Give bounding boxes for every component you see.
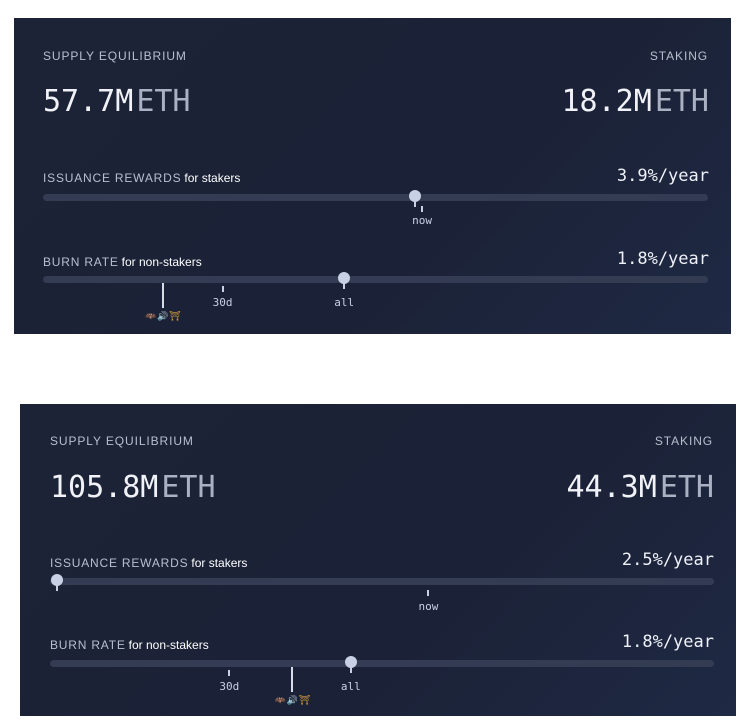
burn-rate-label: BURN RATE for non-stakers <box>50 638 209 652</box>
burn-label-text: BURN RATE <box>43 255 119 269</box>
now-marker-tick <box>421 206 424 212</box>
supply-unit: ETH <box>161 470 216 505</box>
marker-label-all: all <box>334 296 355 309</box>
bat-icon: 🦇 <box>274 695 287 705</box>
supply-unit: ETH <box>136 84 191 119</box>
issuance-rewards-label: ISSUANCE REWARDS for stakers <box>50 556 247 570</box>
marker-label-all: all <box>340 680 361 693</box>
supply-equilibrium-value: 105.8M ETH <box>50 470 216 505</box>
burn-rate: 1.8%/year <box>621 632 714 652</box>
burn-label-sub: for non-stakers <box>128 638 209 652</box>
now-marker-label: now <box>418 600 439 613</box>
burn-thumb-stem <box>349 667 352 673</box>
issuance-label-sub: for stakers <box>184 171 241 185</box>
speaker-icon: 🔊 <box>286 695 299 705</box>
icon-marker-tick <box>291 667 294 692</box>
staking-amount: 44.3M <box>566 470 657 505</box>
burn-thumb-stem <box>343 283 346 289</box>
supply-amount: 105.8M <box>50 470 159 505</box>
supply-equilibrium-label: SUPPLY EQUILIBRIUM <box>50 434 194 448</box>
marker-label-30d: 30d <box>219 680 240 693</box>
marker-tick-30d <box>228 670 231 676</box>
burn-rate-slider[interactable] <box>50 656 714 673</box>
torii-icon: ⛩ <box>298 695 311 705</box>
staking-value: 18.2M ETH <box>562 84 710 119</box>
issuance-label-text: ISSUANCE REWARDS <box>50 556 189 570</box>
issuance-label-sub: for stakers <box>191 556 248 570</box>
burn-label-sub: for non-stakers <box>121 255 202 269</box>
issuance-label-text: ISSUANCE REWARDS <box>43 171 182 185</box>
burn-rate: 1.8%/year <box>616 249 709 269</box>
staking-label: STAKING <box>649 49 708 63</box>
supply-equilibrium-label: SUPPLY EQUILIBRIUM <box>43 49 187 63</box>
marker-tick-30d <box>221 286 224 292</box>
equilibrium-card-1: SUPPLY EQUILIBRIUM STAKING 57.7M ETH 18.2… <box>14 18 731 334</box>
torii-icon: ⛩ <box>169 311 181 321</box>
staking-unit: ETH <box>659 470 714 505</box>
icon-marker-tick <box>161 283 164 308</box>
issuance-slider[interactable] <box>50 574 714 596</box>
issuance-rewards-label: ISSUANCE REWARDS for stakers <box>43 171 240 185</box>
equilibrium-card-2: SUPPLY EQUILIBRIUM STAKING 105.8M ETH 44.… <box>20 404 736 716</box>
issuance-rate: 3.9%/year <box>616 166 709 186</box>
staking-label: STAKING <box>654 434 713 448</box>
issuance-thumb-stem <box>414 201 417 207</box>
issuance-slider[interactable] <box>43 190 708 212</box>
marker-icons: 🦇 🔊 ⛩ <box>275 696 310 705</box>
issuance-rate: 2.5%/year <box>621 550 714 570</box>
burn-rate-label: BURN RATE for non-stakers <box>43 255 202 269</box>
burn-rate-slider[interactable] <box>43 272 708 289</box>
marker-icons: 🦇 🔊 ⛩ <box>145 312 180 321</box>
bat-icon: 🦇 <box>145 311 157 321</box>
staking-value: 44.3M ETH <box>567 470 715 505</box>
marker-label-30d: 30d <box>212 296 233 309</box>
now-marker-tick <box>427 590 430 596</box>
speaker-icon: 🔊 <box>157 311 169 321</box>
issuance-thumb-stem <box>55 585 58 591</box>
burn-label-text: BURN RATE <box>50 638 126 652</box>
supply-amount: 57.7M <box>43 84 134 119</box>
staking-unit: ETH <box>654 84 709 119</box>
staking-amount: 18.2M <box>561 84 652 119</box>
supply-equilibrium-value: 57.7M ETH <box>43 84 191 119</box>
now-marker-label: now <box>412 214 432 227</box>
